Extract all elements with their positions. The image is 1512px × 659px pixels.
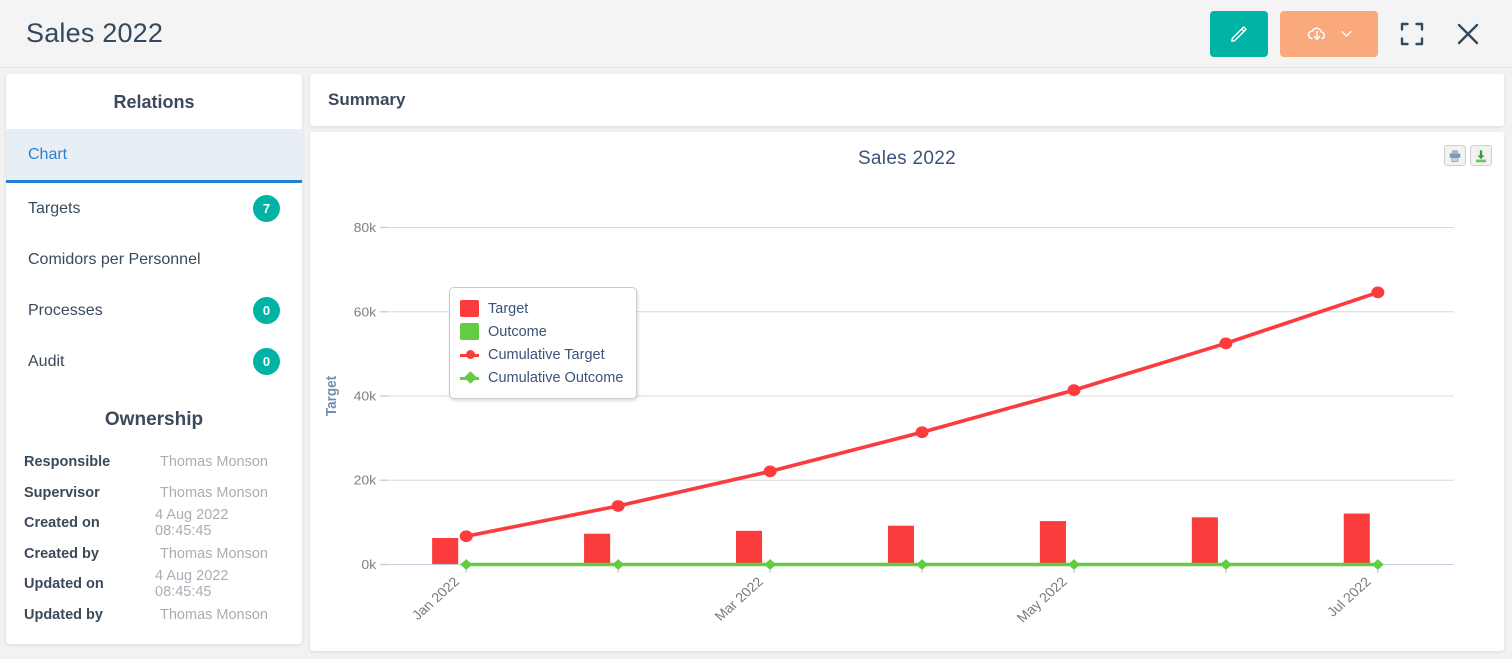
sidebar-item-audit[interactable]: Audit 0 bbox=[6, 336, 302, 387]
marker-circle bbox=[1371, 286, 1385, 299]
legend-label: Outcome bbox=[488, 323, 547, 340]
ownership-key: Updated by bbox=[24, 606, 103, 623]
download-button[interactable] bbox=[1280, 10, 1378, 57]
summary-header: Summary bbox=[310, 74, 1504, 126]
marker-diamond bbox=[1371, 559, 1384, 570]
marker-diamond bbox=[916, 559, 929, 570]
ownership-row: Responsible Thomas Monson bbox=[24, 447, 284, 478]
ownership-row: Supervisor Thomas Monson bbox=[24, 478, 284, 509]
ownership-value: 4 Aug 2022 08:45:45 bbox=[155, 507, 229, 540]
sidebar-item-label: Audit bbox=[28, 352, 65, 370]
legend-swatch-line bbox=[460, 369, 479, 386]
ownership-key: Updated on bbox=[24, 576, 104, 593]
titlebar-actions bbox=[1210, 10, 1490, 57]
ownership-key: Created by bbox=[24, 545, 99, 562]
bar-target bbox=[1191, 517, 1218, 565]
window-titlebar: Sales 2022 bbox=[0, 0, 1512, 68]
y-tick-label: 40k bbox=[354, 389, 377, 403]
sidebar-item-label: Chart bbox=[28, 145, 68, 163]
ownership-row: Updated by Thomas Monson bbox=[24, 600, 284, 631]
fullscreen-button[interactable] bbox=[1390, 12, 1434, 56]
sidebar-item-label: Processes bbox=[28, 301, 103, 319]
page-title: Sales 2022 bbox=[26, 18, 164, 48]
x-tick-label: Jul 2022 bbox=[1323, 574, 1374, 620]
ownership-row: Created by Thomas Monson bbox=[24, 539, 284, 570]
workspace: Relations Chart Targets 7 Comidors per Pers… bbox=[0, 68, 1512, 659]
bar-target bbox=[1039, 521, 1066, 565]
legend-item[interactable]: Target bbox=[460, 297, 623, 320]
chart-card: Sales 2022 0k 20k 40k 60k 80k Target Jan… bbox=[310, 132, 1504, 651]
y-tick-label: 60k bbox=[354, 305, 377, 319]
marker-circle bbox=[915, 426, 929, 439]
sidebar-item-badge: 0 bbox=[253, 297, 280, 324]
ownership-row: Created on 4 Aug 2022 08:45:45 bbox=[24, 507, 284, 540]
marker-circle bbox=[459, 530, 473, 543]
edit-button[interactable] bbox=[1210, 10, 1268, 57]
sidebar-item-label: Comidors per Personnel bbox=[28, 250, 201, 268]
ownership-value: Thomas Monson bbox=[160, 454, 268, 471]
relations-heading: Relations bbox=[113, 92, 195, 112]
ownership-row: Updated on 4 Aug 2022 08:45:45 bbox=[24, 568, 284, 601]
chevron-down-icon bbox=[1340, 30, 1352, 37]
fullscreen-icon bbox=[1400, 22, 1424, 45]
x-tick-label: May 2022 bbox=[1013, 574, 1070, 625]
x-tick-label: Jan 2022 bbox=[408, 574, 462, 623]
marker-circle bbox=[1219, 337, 1233, 350]
legend-item[interactable]: Cumulative Target bbox=[460, 343, 623, 366]
y-axis-title: Target bbox=[323, 376, 340, 417]
ownership-value: 4 Aug 2022 08:45:45 bbox=[155, 568, 229, 601]
close-button[interactable] bbox=[1446, 12, 1490, 56]
legend-item[interactable]: Outcome bbox=[460, 320, 623, 343]
main-content: Summary Sales 2022 0k 20k 40k 60k 80k Ta… bbox=[310, 74, 1504, 651]
marker-circle bbox=[763, 465, 777, 478]
legend-swatch-square bbox=[460, 300, 479, 317]
ownership-key: Created on bbox=[24, 515, 100, 532]
x-tick-label: Mar 2022 bbox=[711, 574, 766, 624]
marker-circle bbox=[611, 500, 625, 512]
bar-target bbox=[584, 533, 611, 565]
relations-panel: Relations Chart Targets 7 Comidors per Pers… bbox=[6, 74, 302, 644]
close-icon bbox=[1457, 23, 1479, 44]
y-tick-label: 20k bbox=[354, 473, 377, 487]
bar-target bbox=[432, 537, 459, 565]
ownership-value: Thomas Monson bbox=[160, 484, 268, 501]
marker-diamond bbox=[764, 559, 777, 570]
relations-nav: Chart Targets 7 Comidors per Personnel Proce… bbox=[6, 129, 302, 387]
sidebar-item-processes[interactable]: Processes 0 bbox=[6, 285, 302, 336]
bar-target bbox=[887, 525, 915, 565]
legend-label: Cumulative Target bbox=[488, 346, 605, 363]
ownership-heading: Ownership bbox=[104, 409, 204, 430]
ownership-key: Supervisor bbox=[24, 484, 100, 501]
ownership-key: Responsible bbox=[24, 454, 111, 471]
marker-circle bbox=[1067, 384, 1081, 396]
sidebar-item-badge: 7 bbox=[253, 195, 280, 222]
marker-diamond bbox=[1219, 559, 1232, 570]
sidebar-item-badge: 0 bbox=[253, 348, 280, 375]
sidebar-item-label: Targets bbox=[28, 199, 81, 217]
cloud-download-icon bbox=[1307, 27, 1325, 40]
legend-label: Cumulative Outcome bbox=[488, 369, 624, 386]
legend-item[interactable]: Cumulative Outcome bbox=[460, 366, 623, 389]
ownership-table: Responsible Thomas Monson Supervisor Thomas… bbox=[6, 447, 302, 644]
sidebar-item-chart[interactable]: Chart bbox=[6, 129, 302, 183]
marker-diamond bbox=[460, 559, 473, 570]
bar-target bbox=[735, 530, 763, 565]
ownership-value: Thomas Monson bbox=[160, 545, 268, 562]
chart-legend: Target Outcome Cumulative Target Cumulative… bbox=[449, 287, 638, 399]
y-tick-label: 80k bbox=[354, 221, 377, 235]
bar-target bbox=[1343, 513, 1370, 565]
marker-diamond bbox=[612, 559, 625, 570]
marker-diamond bbox=[1067, 559, 1081, 570]
legend-swatch-square bbox=[460, 323, 479, 340]
ownership-value: Thomas Monson bbox=[160, 606, 268, 623]
y-tick-label: 0k bbox=[361, 558, 376, 572]
sidebar: Relations Chart Targets 7 Comidors per Pers… bbox=[6, 74, 302, 651]
pencil-icon bbox=[1231, 25, 1247, 42]
sidebar-item-comidors-per-personnel[interactable]: Comidors per Personnel bbox=[6, 234, 302, 285]
legend-label: Target bbox=[488, 300, 529, 317]
sidebar-item-targets[interactable]: Targets 7 bbox=[6, 183, 302, 234]
legend-swatch-line bbox=[460, 346, 479, 363]
